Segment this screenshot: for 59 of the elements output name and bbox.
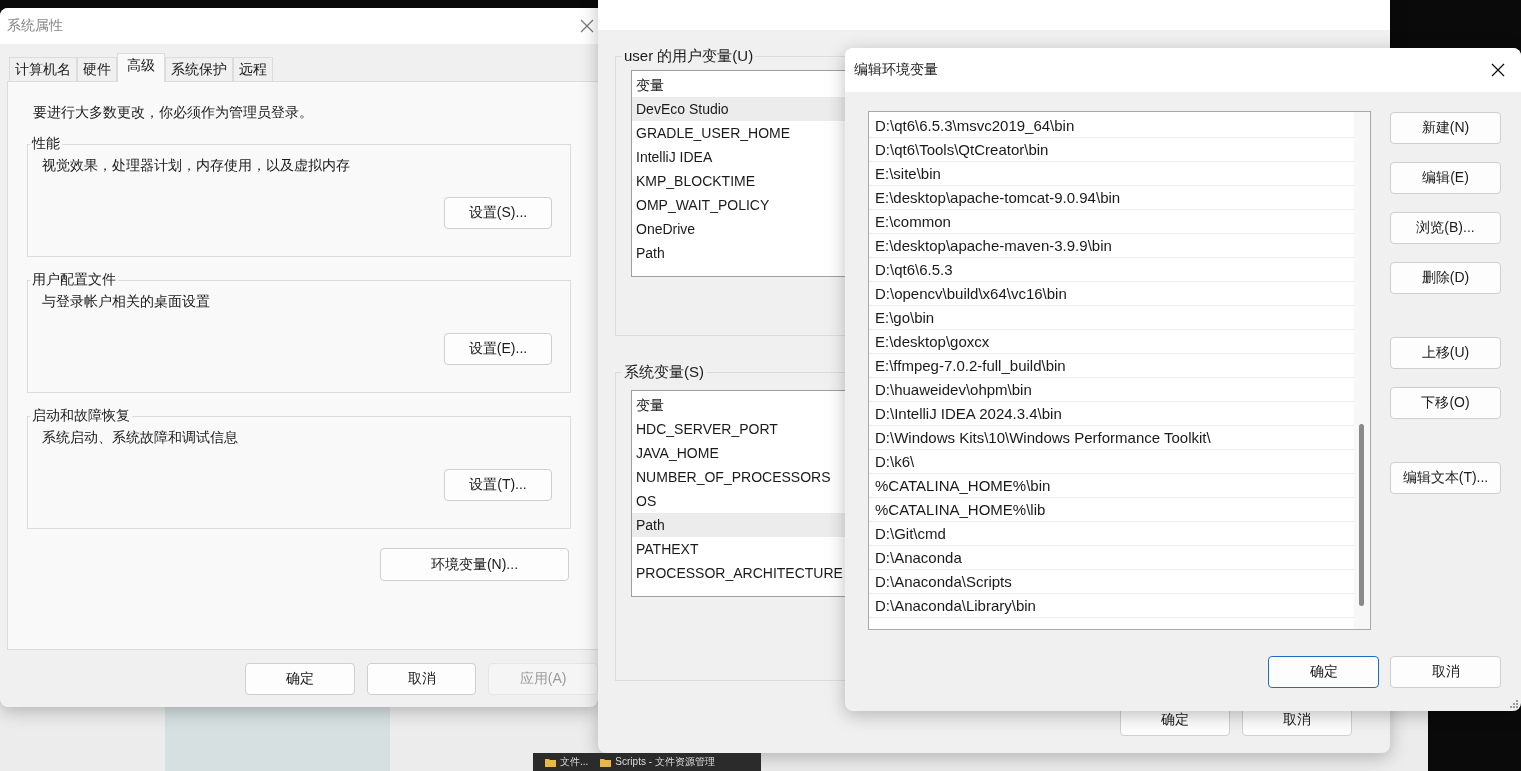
directory-entry[interactable]: %CATALINA_HOME%\bin [869,474,1354,498]
directory-entry[interactable]: D:\qt6\Tools\QtCreator\bin [869,138,1354,162]
directory-entry[interactable]: D:\Windows Kits\10\Windows Performance Toolkit\ [869,426,1354,450]
directory-entry[interactable]: E:\desktop\goxcx [869,330,1354,354]
group-title: 用户配置文件 [31,271,117,289]
tab[interactable]: 远程 [233,57,273,81]
dialog-button[interactable]: 编辑文本(T)... [1390,462,1501,494]
group-title: 启动和故障恢复 [31,407,131,425]
tab[interactable]: 高级 [117,53,165,82]
settings-button[interactable]: 设置(T)... [444,469,552,501]
tab[interactable]: 计算机名 [9,57,77,81]
close-icon[interactable] [1491,63,1505,77]
tab[interactable]: 系统保护 [165,57,233,81]
directory-entry[interactable]: %CATALINA_HOME%\lib [869,498,1354,522]
taskbar-label: 文件... [560,755,589,769]
dialog-button[interactable]: 删除(D) [1390,262,1501,294]
settings-button[interactable]: 设置(S)... [444,197,552,229]
dialog-button[interactable]: 新建(N) [1390,112,1501,144]
group-description: 视觉效果，处理器计划，内存使用，以及虚拟内存 [42,157,351,175]
directory-entry[interactable]: D:\opencv\build\x64\vc16\bin [869,282,1354,306]
window-title: 系统属性 [7,17,63,35]
dialog-button[interactable]: 取消 [366,663,477,695]
dialog-button[interactable]: 上移(U) [1390,337,1501,369]
window-title: 编辑环境变量 [854,61,938,79]
environment-variables-button[interactable]: 环境变量(N)... [380,548,569,581]
directory-entry[interactable]: E:\common [869,210,1354,234]
directory-entry[interactable]: E:\desktop\apache-tomcat-9.0.94\bin [869,186,1354,210]
directory-entry[interactable]: E:\ffmpeg-7.0.2-full_build\bin [869,354,1354,378]
settings-button[interactable]: 设置(E)... [444,333,552,365]
directory-entry[interactable]: D:\qt6\6.5.3\msvc2019_64\bin [869,114,1354,138]
directory-entry[interactable]: E:\desktop\apache-maven-3.9.9\bin [869,234,1354,258]
directory-entry[interactable]: D:\Anaconda [869,546,1354,570]
group-title: 性能 [30,135,61,153]
group-title: 系统变量(S) [623,363,705,382]
directory-entry[interactable]: E:\go\bin [869,306,1354,330]
directory-entry[interactable]: E:\site\bin [869,162,1354,186]
folder-icon [600,757,612,767]
dialog-button[interactable]: 浏览(B)... [1390,212,1501,244]
group-description: 与登录帐户相关的桌面设置 [42,293,211,311]
directory-entry[interactable]: D:\IntelliJ IDEA 2024.3.4\bin [869,402,1354,426]
dialog-button[interactable]: 编辑(E) [1390,162,1501,194]
group-description: 系统启动、系统故障和调试信息 [42,429,239,447]
folder-icon [545,757,556,767]
dialog-button[interactable]: 确定 [245,663,355,695]
scrollbar[interactable] [1354,112,1370,629]
notice-text: 要进行大多数更改，你必须作为管理员登录。 [33,104,314,122]
taskbar-item[interactable]: 文件... [545,755,589,769]
directory-entry[interactable]: D:\Anaconda\Scripts [869,570,1354,594]
resize-grip-icon[interactable] [1510,700,1519,709]
tab[interactable]: 硬件 [77,57,117,81]
directory-entry[interactable]: D:\qt6\6.5.3 [869,258,1354,282]
dialog-button[interactable]: 确定 [1268,656,1379,688]
directory-entry[interactable]: D:\Anaconda\Library\bin [869,594,1354,618]
group-title: user 的用户变量(U) [623,47,755,66]
dialog-button[interactable]: 取消 [1390,656,1501,688]
directory-entry[interactable]: D:\k6\ [869,450,1354,474]
dialog-button[interactable]: 下移(O) [1390,387,1501,419]
directory-entry[interactable]: D:\Git\cmd [869,522,1354,546]
directory-entry[interactable]: D:\huaweidev\ohpm\bin [869,378,1354,402]
